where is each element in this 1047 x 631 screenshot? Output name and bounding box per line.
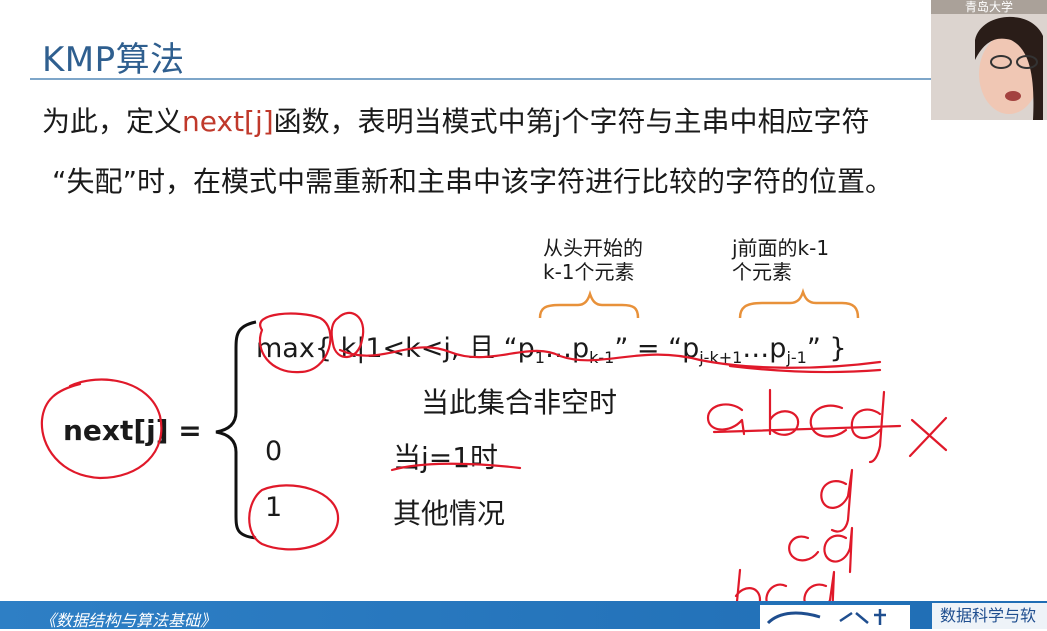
- university-logo-icon: [760, 605, 910, 629]
- ink-circle-k: [330, 311, 365, 359]
- footer-book-title: 《数据结构与算法基础》: [40, 611, 217, 630]
- presenter-avatar-icon: [931, 0, 1047, 120]
- footer-bar: 《数据结构与算法基础》 数据科学与软: [0, 601, 1047, 630]
- ink-letter-x: [908, 416, 948, 458]
- ink-wave-underline: [338, 346, 882, 369]
- presenter-caption: 青岛大学: [931, 0, 1047, 14]
- presenter-video: 青岛大学: [931, 0, 1047, 120]
- suffix-brace-icon: [738, 288, 860, 319]
- ink-circle-max: [259, 312, 332, 374]
- ink-letter-c: [809, 404, 848, 438]
- ink-overlay: [40, 288, 948, 622]
- prefix-brace-icon: [538, 290, 640, 319]
- footer-school-name: 数据科学与软: [932, 603, 1047, 629]
- ink-letter-a: [706, 403, 746, 436]
- ink-word-a: [820, 468, 854, 533]
- ink-underline-case2: [390, 462, 522, 472]
- ink-circle-next: [40, 378, 163, 480]
- ink-circle-one: [248, 484, 340, 551]
- ink-word-ca: [788, 526, 854, 574]
- ink-letter-b: [768, 388, 800, 436]
- cases-brace-icon: [215, 320, 257, 540]
